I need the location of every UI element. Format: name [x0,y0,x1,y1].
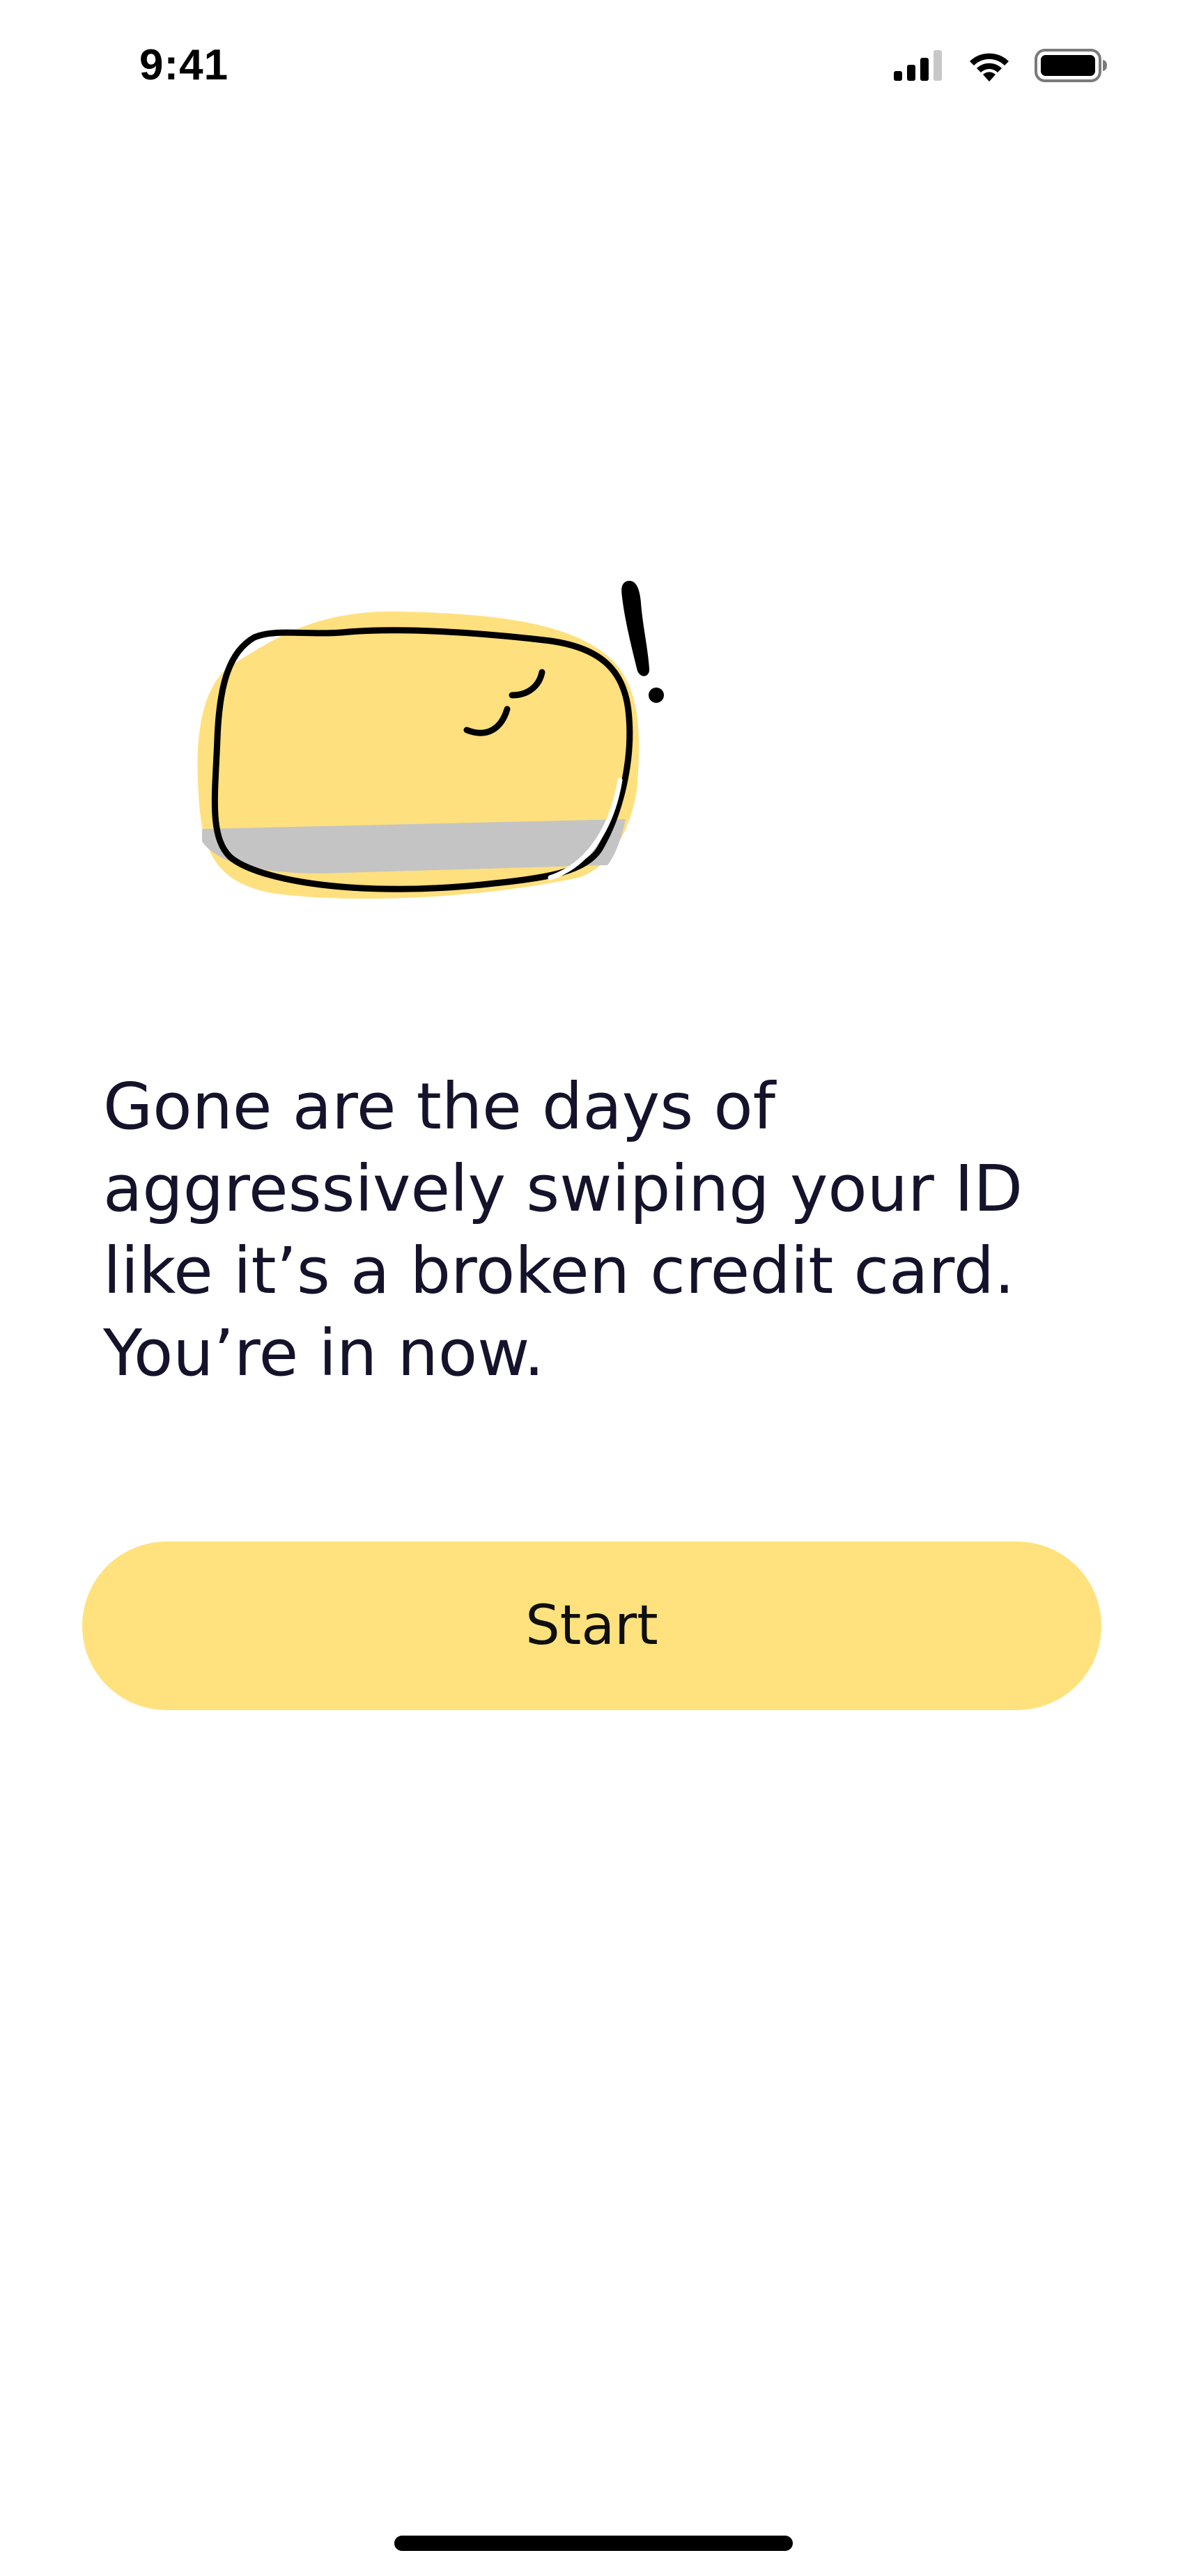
wifi-icon [970,53,1009,82]
status-time: 9:41 [139,41,229,89]
exclamation-mark [621,580,650,676]
cellular-signal-icon [894,50,942,81]
exclamation-dot [649,688,664,703]
status-icons [894,49,1107,82]
start-button[interactable]: Start [82,1542,1101,1710]
onboarding-message: Gone are the days of aggressively swipin… [103,1069,1023,1390]
battery-icon [1035,49,1107,82]
status-bar: 9:41 [0,0,1185,132]
home-indicator[interactable] [394,2536,793,2551]
sad-credit-card-icon [197,580,664,899]
illustration [188,571,690,933]
